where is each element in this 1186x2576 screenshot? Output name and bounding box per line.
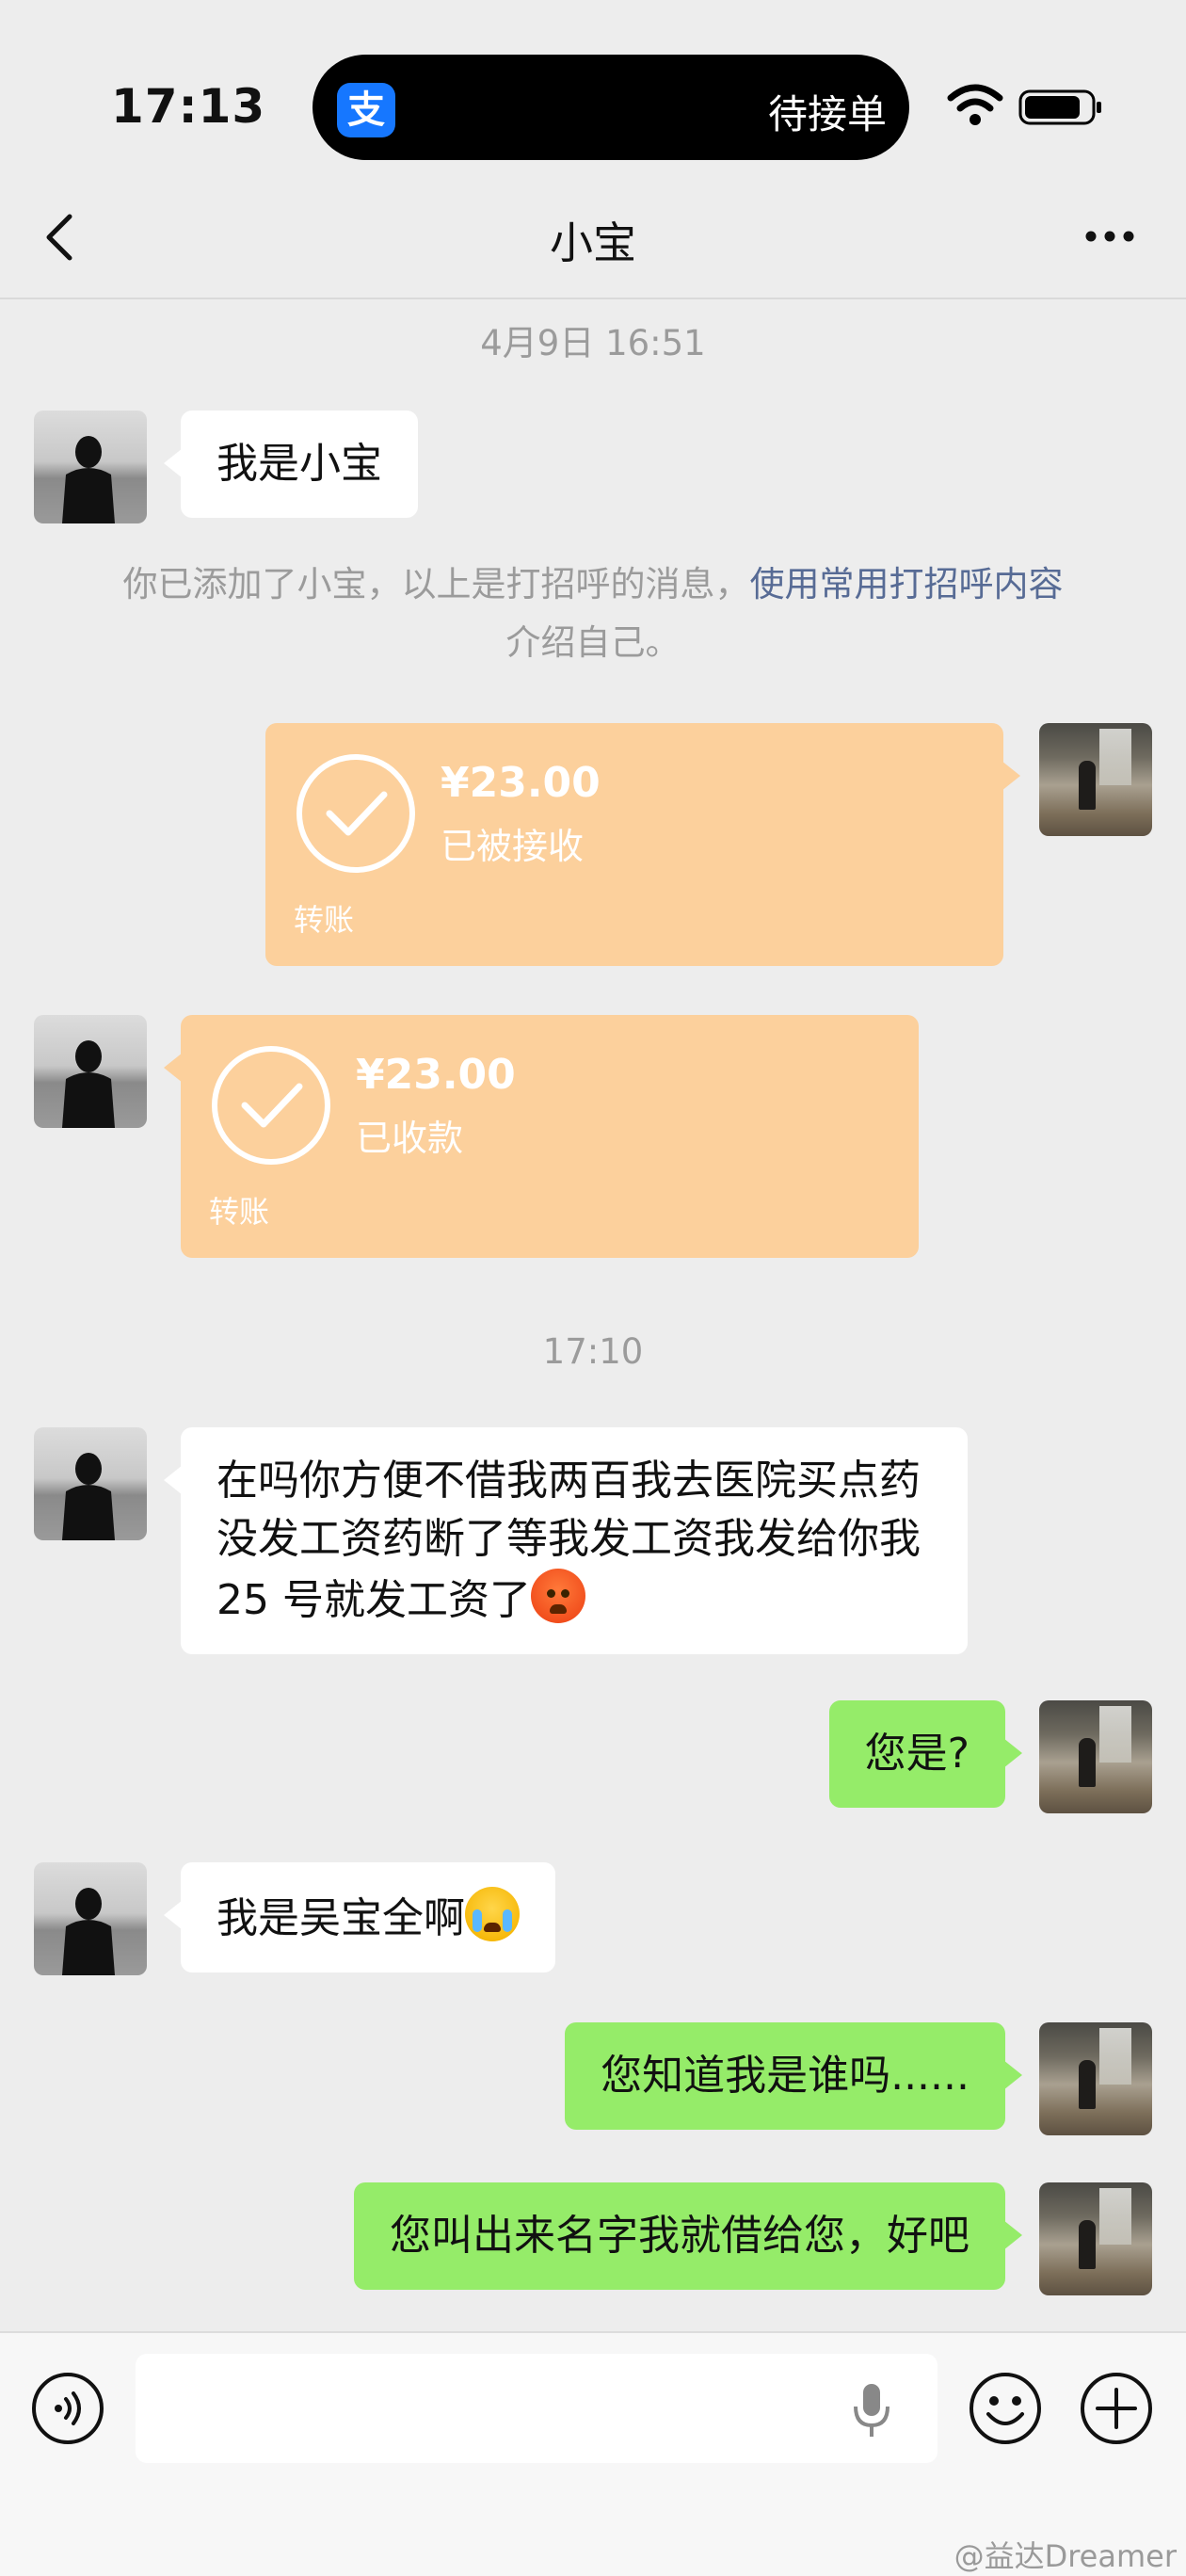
transfer-card-incoming[interactable]: ¥23.00 已收款 转账	[164, 1015, 919, 1258]
transfer-amount: ¥23.00	[356, 1051, 516, 1099]
emoji-icon[interactable]	[968, 2371, 1043, 2446]
person-figure	[1079, 761, 1096, 810]
crying-face-emoji-icon	[465, 1887, 520, 1941]
my-avatar[interactable]	[1039, 2022, 1152, 2135]
message-bubble-incoming[interactable]: 在吗你方便不借我两百我去医院买点药没发工资药断了等我发工资我发给你我 25 号就…	[164, 1427, 968, 1654]
check-circle-icon	[212, 1046, 330, 1165]
message-input[interactable]	[136, 2354, 938, 2463]
transfer-label: 转账	[209, 1194, 270, 1230]
nav-bar: 小宝	[0, 188, 1186, 299]
person-figure	[1079, 1738, 1096, 1787]
timestamp: 4月9日 16:51	[480, 323, 706, 363]
contact-avatar[interactable]	[34, 411, 147, 523]
message-bubble-outgoing[interactable]: 您是?	[828, 1700, 1023, 1808]
person-figure	[1079, 2060, 1096, 2109]
my-avatar[interactable]	[1039, 723, 1152, 836]
chat-title: 小宝	[550, 217, 636, 268]
waterfall-image	[1099, 729, 1131, 785]
message-bubble-outgoing[interactable]: 您知道我是谁吗......	[565, 2022, 1022, 2130]
transfer-label: 转账	[294, 902, 355, 938]
message-bubble-outgoing[interactable]: 您叫出来名字我就借给您，好吧	[354, 2182, 1022, 2290]
sweat-face-emoji-icon	[530, 1569, 585, 1623]
transfer-status: 已收款	[356, 1118, 464, 1159]
contact-avatar[interactable]	[34, 1427, 147, 1540]
input-bar: @益达Dreamer	[0, 2331, 1186, 2576]
system-note-text-end: 介绍自己。	[505, 622, 681, 663]
greeting-template-link[interactable]: 使用常用打招呼内容	[750, 564, 1064, 604]
message-text: 您叫出来名字我就借给您，好吧	[390, 2212, 970, 2260]
person-silhouette-icon	[62, 1040, 115, 1128]
voice-icon[interactable]	[30, 2371, 105, 2446]
system-note-text: 你已添加了小宝，以上是打招呼的消息，	[122, 564, 750, 604]
status-bar: 17:13 支 待接单	[0, 0, 1186, 188]
my-avatar[interactable]	[1039, 1700, 1152, 1813]
person-silhouette-icon	[62, 1888, 115, 1975]
island-status-text: 待接单	[767, 91, 887, 137]
system-note: 你已添加了小宝，以上是打招呼的消息，使用常用打招呼内容 介绍自己。	[85, 555, 1101, 672]
plus-icon[interactable]	[1079, 2371, 1154, 2446]
my-avatar[interactable]	[1039, 2182, 1152, 2295]
alipay-icon: 支	[337, 83, 395, 137]
message-text: 我是吴宝全啊	[216, 1894, 465, 1942]
chat-message-list[interactable]: 4月9日 16:51 我是小宝 你已添加了小宝，以上是打招呼的消息，使用常用打招…	[0, 301, 1186, 2331]
transfer-card-outgoing[interactable]: ¥23.00 已被接收 转账	[265, 723, 1020, 966]
waterfall-image	[1099, 1706, 1131, 1763]
transfer-status: 已被接收	[441, 826, 585, 867]
message-text: 我是小宝	[216, 440, 382, 488]
more-icon[interactable]	[1084, 230, 1135, 243]
contact-avatar[interactable]	[34, 1015, 147, 1128]
contact-avatar[interactable]	[34, 1862, 147, 1975]
status-time: 17:13	[111, 79, 266, 134]
check-circle-icon	[296, 754, 415, 873]
person-silhouette-icon	[62, 1453, 115, 1540]
message-text: 您是?	[864, 1730, 970, 1778]
person-figure	[1079, 2220, 1096, 2269]
mic-icon[interactable]	[851, 2382, 892, 2439]
watermark: @益达Dreamer	[954, 2538, 1177, 2574]
wifi-icon	[947, 84, 1003, 125]
message-text: 您知道我是谁吗......	[601, 2052, 970, 2100]
message-bubble-incoming[interactable]: 我是小宝	[164, 411, 418, 518]
message-bubble-incoming[interactable]: 我是吴宝全啊	[164, 1862, 555, 1972]
dynamic-island[interactable]: 支 待接单	[313, 55, 909, 160]
waterfall-image	[1099, 2188, 1131, 2245]
timestamp: 17:10	[542, 1331, 644, 1372]
transfer-amount: ¥23.00	[441, 759, 601, 807]
person-silhouette-icon	[62, 436, 115, 523]
battery-icon	[1018, 89, 1101, 125]
waterfall-image	[1099, 2028, 1131, 2085]
